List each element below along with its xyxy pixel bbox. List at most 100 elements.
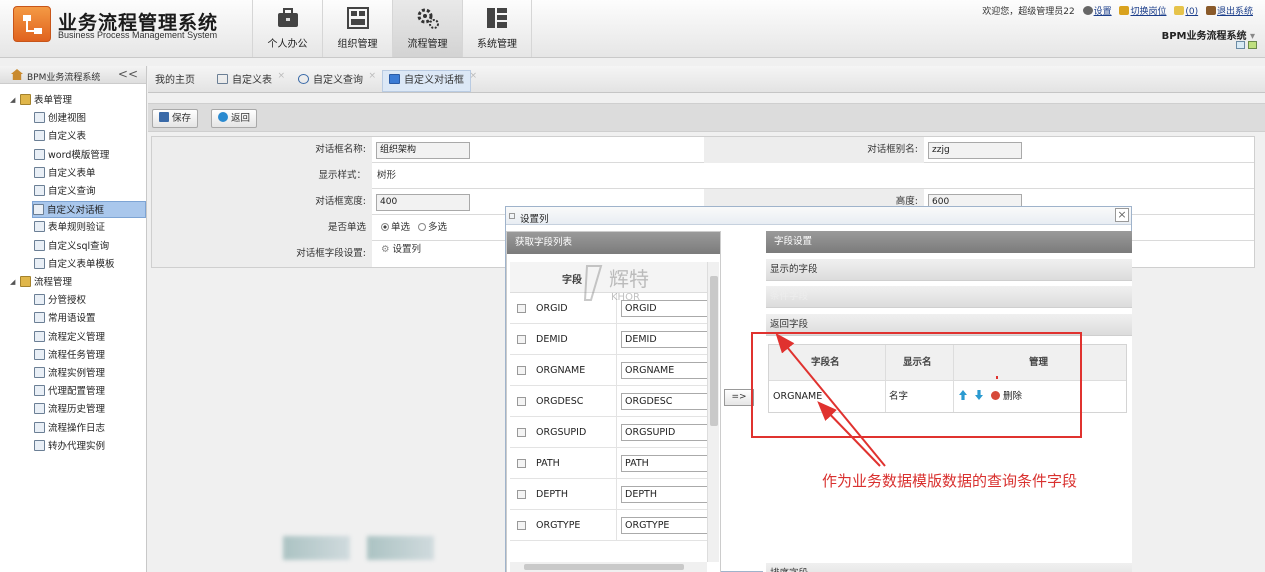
field-list-scrollbar[interactable] bbox=[707, 262, 719, 562]
single-radio[interactable] bbox=[381, 223, 389, 231]
single-select-label: 是否单选 bbox=[152, 215, 372, 241]
table-row[interactable]: DEMID DEMID bbox=[510, 324, 709, 355]
sidebar-item[interactable]: 自定义sql查询 bbox=[34, 238, 109, 255]
close-tab-icon[interactable]: × bbox=[277, 66, 285, 86]
blurred-content bbox=[283, 536, 350, 560]
sidebar-group[interactable]: ◢ 表单管理 bbox=[10, 92, 73, 109]
dialog-alias-input[interactable]: zzjg bbox=[928, 142, 1022, 159]
expand-triangle-icon[interactable]: ◢ bbox=[10, 92, 15, 109]
close-tab-icon[interactable]: × bbox=[469, 66, 477, 86]
back-label: 返回 bbox=[231, 113, 251, 124]
sidebar-item[interactable]: 代理配置管理 bbox=[34, 383, 105, 400]
close-tab-icon[interactable]: × bbox=[368, 66, 376, 86]
hscroll-thumb[interactable] bbox=[524, 564, 684, 570]
table-row[interactable]: ORGTYPE ORGTYPE bbox=[510, 510, 709, 541]
dialog-name-input[interactable]: 组织架构 bbox=[376, 142, 470, 159]
nav-process-management[interactable]: 流程管理 bbox=[392, 0, 462, 57]
field-alias-input[interactable]: DEMID bbox=[621, 331, 709, 348]
condition-fields-section[interactable]: 条件字段 bbox=[766, 286, 1132, 308]
table-row[interactable]: PATH PATH bbox=[510, 448, 709, 479]
field-alias-input[interactable]: ORGNAME bbox=[621, 362, 709, 379]
sidebar-item[interactable]: 转办代理实例 bbox=[34, 438, 105, 455]
field-alias-input[interactable]: ORGTYPE bbox=[621, 517, 709, 534]
sidebar-item[interactable]: 自定义表单 bbox=[34, 165, 96, 182]
sidebar-item[interactable]: 流程任务管理 bbox=[34, 347, 105, 364]
tab-custom-dialog[interactable]: 自定义对话框 × bbox=[382, 70, 477, 92]
multi-radio[interactable] bbox=[418, 223, 427, 231]
field-checkbox[interactable] bbox=[517, 366, 526, 375]
tab-custom-table[interactable]: 自定义表 × bbox=[210, 70, 285, 92]
nav-system-management[interactable]: 系统管理 bbox=[462, 0, 532, 57]
dialog-alias-label: 对话框别名: bbox=[704, 137, 924, 163]
field-alias-input[interactable]: DEPTH bbox=[621, 486, 709, 503]
sidebar-item[interactable]: 创建视图 bbox=[34, 110, 86, 127]
field-checkbox[interactable] bbox=[517, 397, 526, 406]
dialog-header: 设置列 bbox=[506, 207, 1131, 225]
table-row[interactable]: ORGNAME ORGNAME bbox=[510, 355, 709, 386]
sidebar-item[interactable]: 表单规则验证 bbox=[34, 219, 105, 236]
maximize-icon[interactable] bbox=[1248, 41, 1257, 49]
sidebar-item[interactable]: 流程操作日志 bbox=[34, 420, 105, 437]
sidebar-item[interactable]: 流程定义管理 bbox=[34, 329, 105, 346]
field-alias-input[interactable]: PATH bbox=[621, 455, 709, 472]
logout-link[interactable]: 退出系统 bbox=[1217, 7, 1253, 17]
folder-icon bbox=[20, 276, 31, 287]
set-columns-link[interactable]: ⚙ 设置列 bbox=[376, 241, 421, 267]
left-tree-panel: BPM业务流程系统 << ◢ 表单管理 创建视图 自定义表 word模版管理 自定义表单自… bbox=[0, 66, 147, 572]
switch-post-link[interactable]: 切换岗位 bbox=[1130, 7, 1166, 17]
restore-icon[interactable] bbox=[1236, 41, 1245, 49]
table-row[interactable]: ORGDESC ORGDESC bbox=[510, 386, 709, 417]
sidebar-item[interactable]: 流程实例管理 bbox=[34, 365, 105, 382]
sidebar-item-label: 自定义sql查询 bbox=[48, 240, 110, 252]
sidebar-item[interactable]: 自定义表单模板 bbox=[34, 256, 115, 273]
width-input[interactable]: 400 bbox=[376, 194, 470, 211]
tab-home[interactable]: 我的主页 bbox=[148, 70, 202, 92]
save-button[interactable]: 保存 bbox=[152, 109, 199, 128]
page-icon bbox=[34, 239, 45, 251]
add-field-button[interactable]: => bbox=[724, 389, 754, 406]
page-icon bbox=[34, 312, 45, 324]
window-controls bbox=[1233, 41, 1257, 49]
sidebar-item[interactable]: 自定义查询 bbox=[34, 183, 96, 200]
sort-fields-section[interactable]: 排序字段 bbox=[766, 563, 1132, 572]
sidebar-item[interactable]: 流程历史管理 bbox=[34, 401, 105, 418]
nav-personal-office[interactable]: 个人办公 bbox=[252, 0, 322, 57]
form-toolbar: 保存 返回 bbox=[148, 103, 1265, 132]
dialog-name-label: 对话框名称: bbox=[152, 137, 372, 163]
display-style-label: 显示样式： bbox=[152, 163, 372, 189]
sidebar-item[interactable]: word模版管理 bbox=[34, 147, 109, 164]
field-checkbox[interactable] bbox=[517, 304, 526, 313]
display-fields-section[interactable]: 显示的字段 bbox=[766, 259, 1132, 281]
sidebar-item[interactable]: 自定义对话框 bbox=[32, 201, 146, 219]
field-checkbox[interactable] bbox=[517, 335, 526, 344]
back-button[interactable]: 返回 bbox=[211, 109, 258, 128]
settings-link[interactable]: 设置 bbox=[1094, 7, 1112, 17]
nav-label: 个人办公 bbox=[267, 39, 308, 50]
nav-org-management[interactable]: 组织管理 bbox=[322, 0, 392, 57]
field-checkbox[interactable] bbox=[517, 490, 526, 499]
field-alias-input[interactable]: ORGSUPID bbox=[621, 424, 709, 441]
field-checkbox[interactable] bbox=[517, 428, 526, 437]
system-switch[interactable]: BPM业务流程系统 ▾ bbox=[1162, 27, 1255, 42]
page-icon bbox=[34, 221, 45, 233]
sidebar-item[interactable]: 常用语设置 bbox=[34, 310, 96, 327]
table-row[interactable]: DEPTH DEPTH bbox=[510, 479, 709, 510]
form-row: 显示样式： 树形 bbox=[152, 163, 1254, 189]
sidebar-item[interactable]: 自定义表 bbox=[34, 128, 86, 145]
field-checkbox[interactable] bbox=[517, 459, 526, 468]
field-alias-input[interactable]: ORGDESC bbox=[621, 393, 709, 410]
field-list-hscrollbar[interactable] bbox=[510, 562, 707, 572]
collapse-sidebar-button[interactable]: << bbox=[118, 67, 138, 81]
table-row[interactable]: ORGSUPID ORGSUPID bbox=[510, 417, 709, 448]
scroll-thumb[interactable] bbox=[710, 276, 718, 426]
page-icon bbox=[33, 204, 44, 216]
tab-custom-query[interactable]: 自定义查询 × bbox=[291, 70, 376, 92]
sidebar-item[interactable]: 分管授权 bbox=[34, 292, 86, 309]
expand-triangle-icon[interactable]: ◢ bbox=[10, 274, 15, 291]
close-dialog-button[interactable]: × bbox=[1115, 208, 1129, 222]
field-checkbox[interactable] bbox=[517, 521, 526, 530]
messages-link[interactable]: (0) bbox=[1185, 7, 1198, 17]
sidebar-group-label: 表单管理 bbox=[34, 95, 73, 106]
sidebar-group[interactable]: ◢ 流程管理 bbox=[10, 274, 72, 291]
sidebar-item-label: 流程操作日志 bbox=[48, 422, 106, 434]
